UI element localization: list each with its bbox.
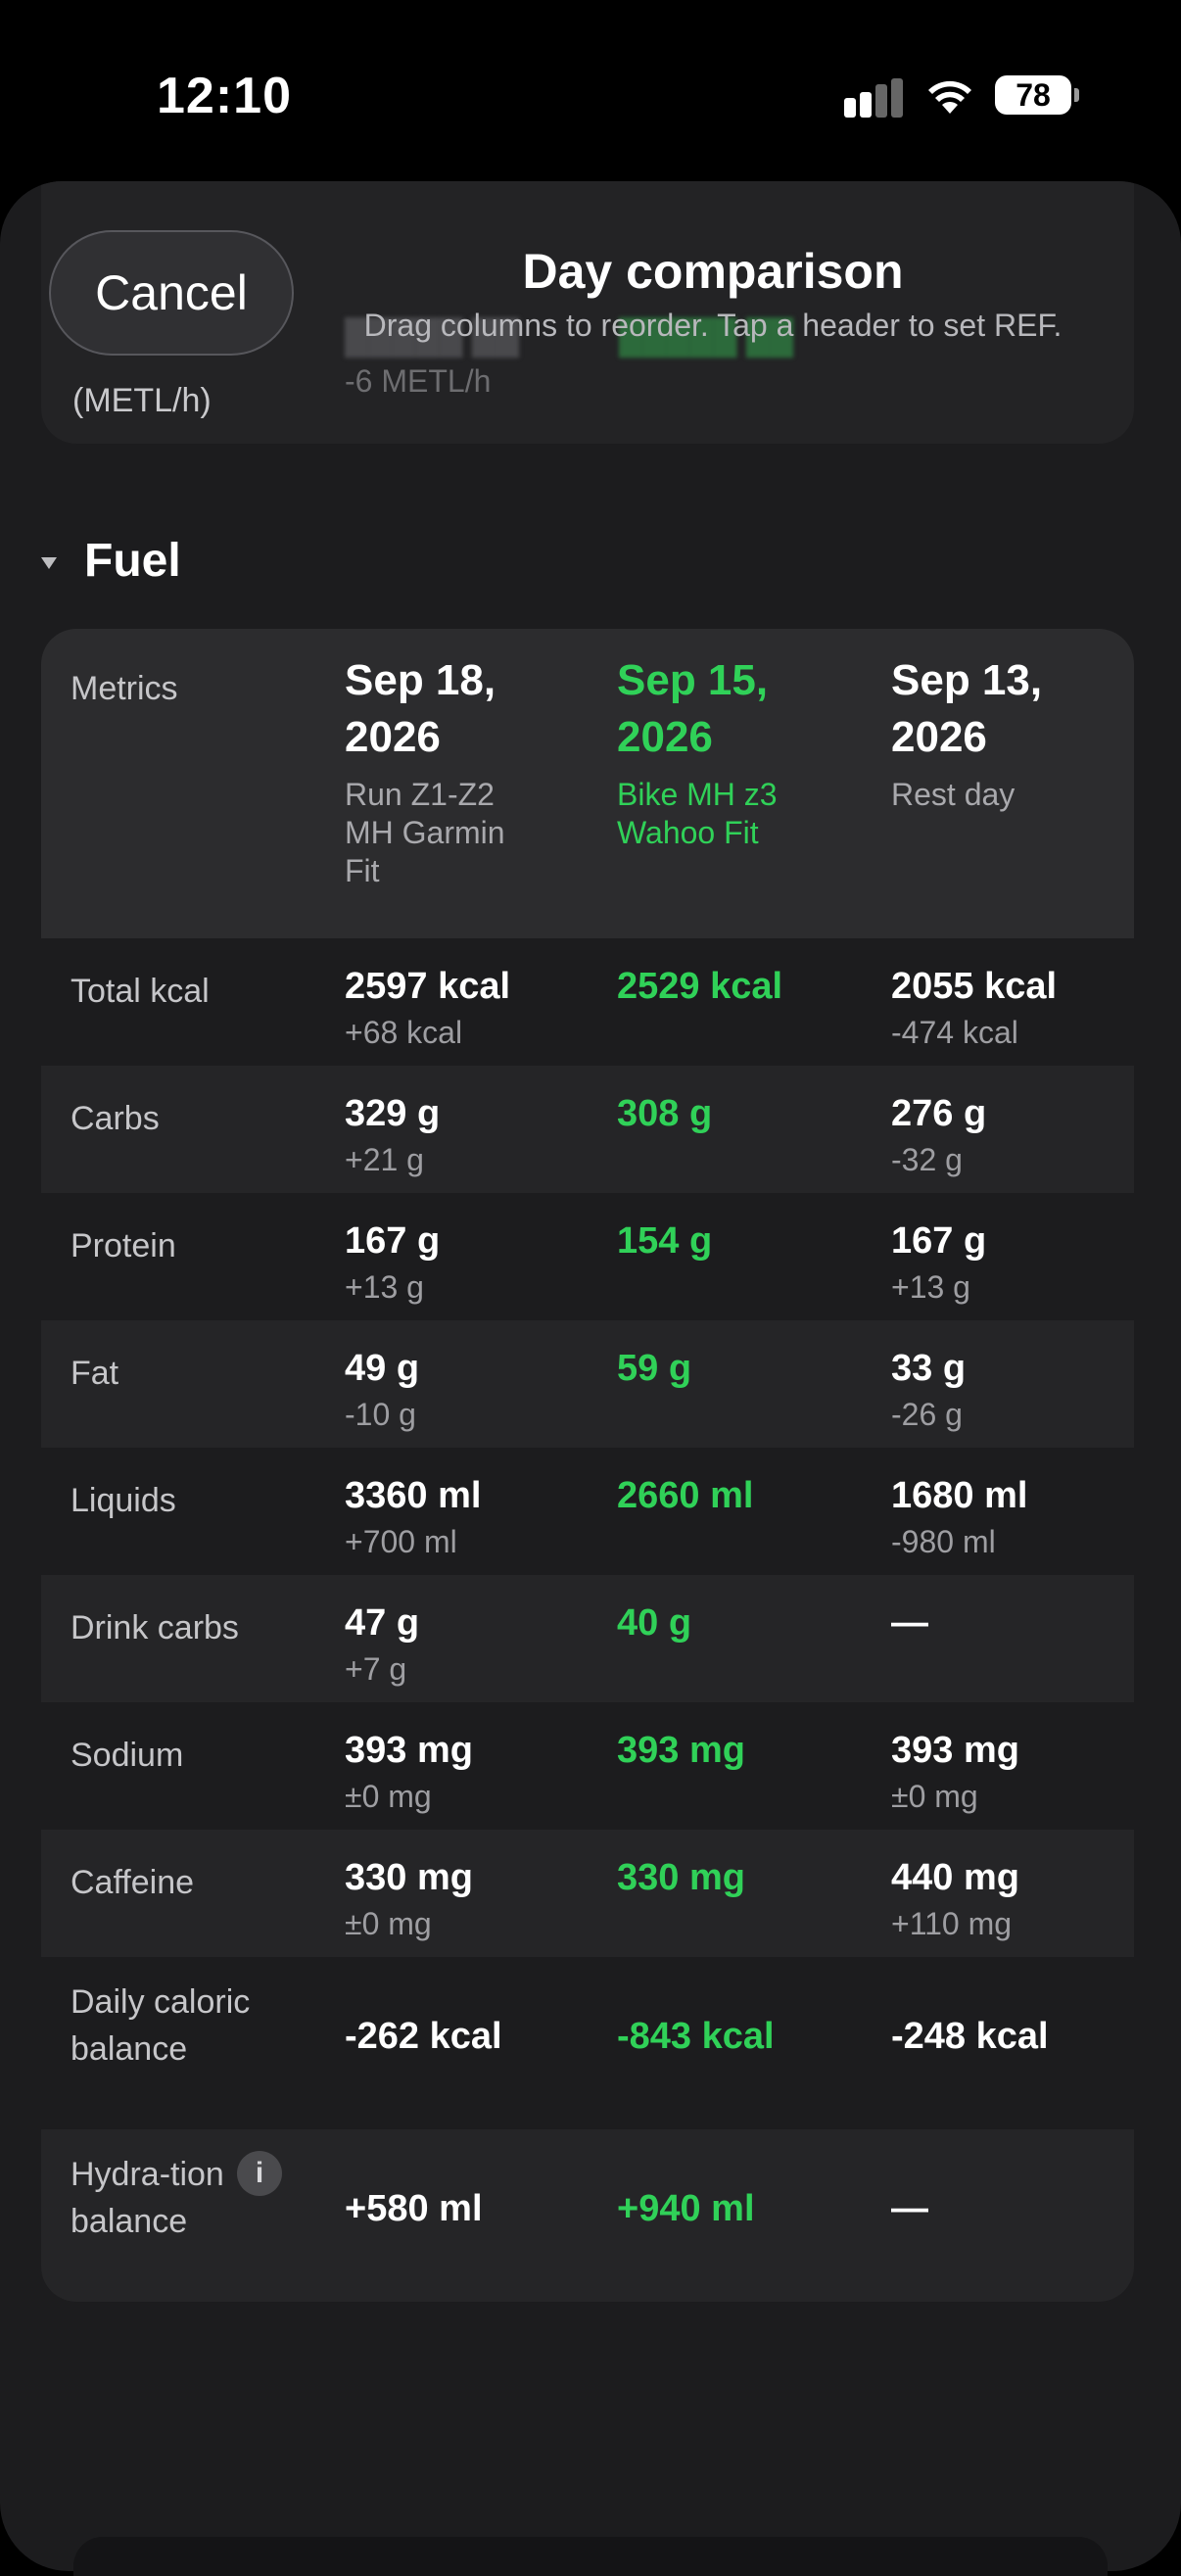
cell-delta: +13 g: [891, 1269, 970, 1305]
wifi-icon: [928, 80, 971, 114]
row-metric-label: Daily caloric balance: [71, 1983, 251, 2068]
cell-delta: +700 ml: [345, 1524, 457, 1559]
cell-value: 33 g: [891, 1348, 967, 1389]
ghost-metric-label: (METL/h): [72, 382, 212, 419]
cell-value: 329 g: [345, 1093, 441, 1134]
cellular-signal-icon: [844, 78, 905, 119]
cell-value-ref: 2529 kcal: [617, 966, 783, 1007]
row-metric-label: Drink carbs: [71, 1609, 239, 1646]
comparison-table: Metrics Sep 18, 2026 Run Z1-Z2 MH Garmin…: [41, 629, 1134, 2302]
cell-delta: -10 g: [345, 1397, 416, 1432]
column-header-3-activity: Rest day: [891, 777, 1016, 812]
column-header-2-activity: Bike MH z3 Wahoo Fit: [617, 777, 778, 850]
status-bar: 12:10 78: [0, 0, 1181, 186]
table-row: Daily caloric balance -262 kcal -843 kca…: [41, 1957, 1134, 2129]
cell-delta: -32 g: [891, 1142, 963, 1177]
cell-value-ref: 40 g: [617, 1602, 692, 1644]
fuel-section-header[interactable]: Fuel: [41, 534, 181, 588]
cell-value-ref: 393 mg: [617, 1730, 745, 1771]
cell-value: 393 mg: [345, 1730, 473, 1771]
table-row: Drink carbs 47 g +7 g 40 g —: [41, 1575, 1134, 1702]
cell-value: -248 kcal: [891, 2016, 1049, 2057]
cell-value-ref: 2660 ml: [617, 1475, 754, 1516]
cell-value-ref: 308 g: [617, 1093, 713, 1134]
cell-value: 167 g: [891, 1220, 987, 1262]
cell-value-ref: 154 g: [617, 1220, 713, 1262]
table-header: Metrics Sep 18, 2026 Run Z1-Z2 MH Garmin…: [41, 629, 1134, 938]
row-metric-label: Carbs: [71, 1100, 160, 1137]
table-row: Protein 167 g +13 g 154 g 167 g +13 g: [41, 1193, 1134, 1320]
cell-value: 2597 kcal: [345, 966, 511, 1007]
sheet-subtitle: Drag columns to reorder. Tap a header to…: [363, 308, 1063, 343]
column-header-2-date[interactable]: Sep 15, 2026: [617, 652, 852, 766]
column-header-3-date[interactable]: Sep 13, 2026: [891, 652, 1126, 766]
cell-value-ref: 59 g: [617, 1348, 692, 1389]
cell-delta: -474 kcal: [891, 1015, 1018, 1050]
cell-delta: -26 g: [891, 1397, 963, 1432]
cell-value: —: [891, 1602, 928, 1644]
row-metric-label: Liquids: [71, 1482, 176, 1519]
table-row: Fat 49 g -10 g 59 g 33 g -26 g: [41, 1320, 1134, 1448]
row-metric-label: Sodium: [71, 1737, 184, 1774]
cell-value-ref: -843 kcal: [617, 2016, 775, 2057]
section-title: Fuel: [84, 535, 181, 587]
column-header-1-activity: Run Z1-Z2 MH Garmin Fit: [345, 777, 505, 888]
cell-value: —: [891, 2188, 928, 2229]
battery-indicator: 78: [995, 75, 1079, 115]
sheet-title: Day comparison: [522, 244, 904, 299]
cell-value: -262 kcal: [345, 2016, 502, 2057]
cell-delta: -980 ml: [891, 1524, 996, 1559]
row-metric-label: Fat: [71, 1355, 119, 1392]
cell-delta: +7 g: [345, 1651, 407, 1687]
cell-value: 276 g: [891, 1093, 987, 1134]
cell-delta: +110 mg: [891, 1906, 1013, 1941]
cell-value: +580 ml: [345, 2188, 483, 2229]
cell-value: 2055 kcal: [891, 966, 1058, 1007]
table-row: Hydra-tion balance i +580 ml +940 ml —: [41, 2129, 1134, 2302]
cell-value: 330 mg: [345, 1857, 473, 1898]
cell-delta: ±0 mg: [891, 1779, 978, 1814]
table-row: Total kcal 2597 kcal +68 kcal 2529 kcal …: [41, 938, 1134, 1066]
cell-value: 440 mg: [891, 1857, 1019, 1898]
table-row: Carbs 329 g +21 g 308 g 276 g -32 g: [41, 1066, 1134, 1193]
background-card-edge: [73, 2537, 1108, 2576]
cell-value: 1680 ml: [891, 1475, 1028, 1516]
status-time: 12:10: [157, 68, 292, 124]
cell-delta: ±0 mg: [345, 1906, 432, 1941]
chevron-down-icon: [41, 556, 57, 569]
info-icon[interactable]: i: [237, 2151, 282, 2196]
ghost-delta: -6 METL/h: [345, 363, 492, 399]
cell-delta: ±0 mg: [345, 1779, 432, 1814]
cell-value-ref: 330 mg: [617, 1857, 745, 1898]
cell-value: 47 g: [345, 1602, 420, 1644]
cell-value: 167 g: [345, 1220, 441, 1262]
row-metric-label: Total kcal: [71, 973, 210, 1010]
table-row: Liquids 3360 ml +700 ml 2660 ml 1680 ml …: [41, 1448, 1134, 1575]
cell-value-ref: +940 ml: [617, 2188, 755, 2229]
cell-delta: +13 g: [345, 1269, 424, 1305]
cell-delta: +68 kcal: [345, 1015, 463, 1050]
cell-delta: +21 g: [345, 1142, 424, 1177]
cell-value: 49 g: [345, 1348, 420, 1389]
cell-value: 393 mg: [891, 1730, 1019, 1771]
cell-value: 3360 ml: [345, 1475, 482, 1516]
table-row: Sodium 393 mg ±0 mg 393 mg 393 mg ±0 mg: [41, 1702, 1134, 1830]
table-row: Caffeine 330 mg ±0 mg 330 mg 440 mg +110…: [41, 1830, 1134, 1957]
row-metric-label: Protein: [71, 1227, 176, 1264]
row-metric-label: Caffeine: [71, 1864, 195, 1901]
metrics-column-header: Metrics: [71, 670, 178, 707]
column-header-1-date[interactable]: Sep 18, 2026: [345, 652, 580, 766]
